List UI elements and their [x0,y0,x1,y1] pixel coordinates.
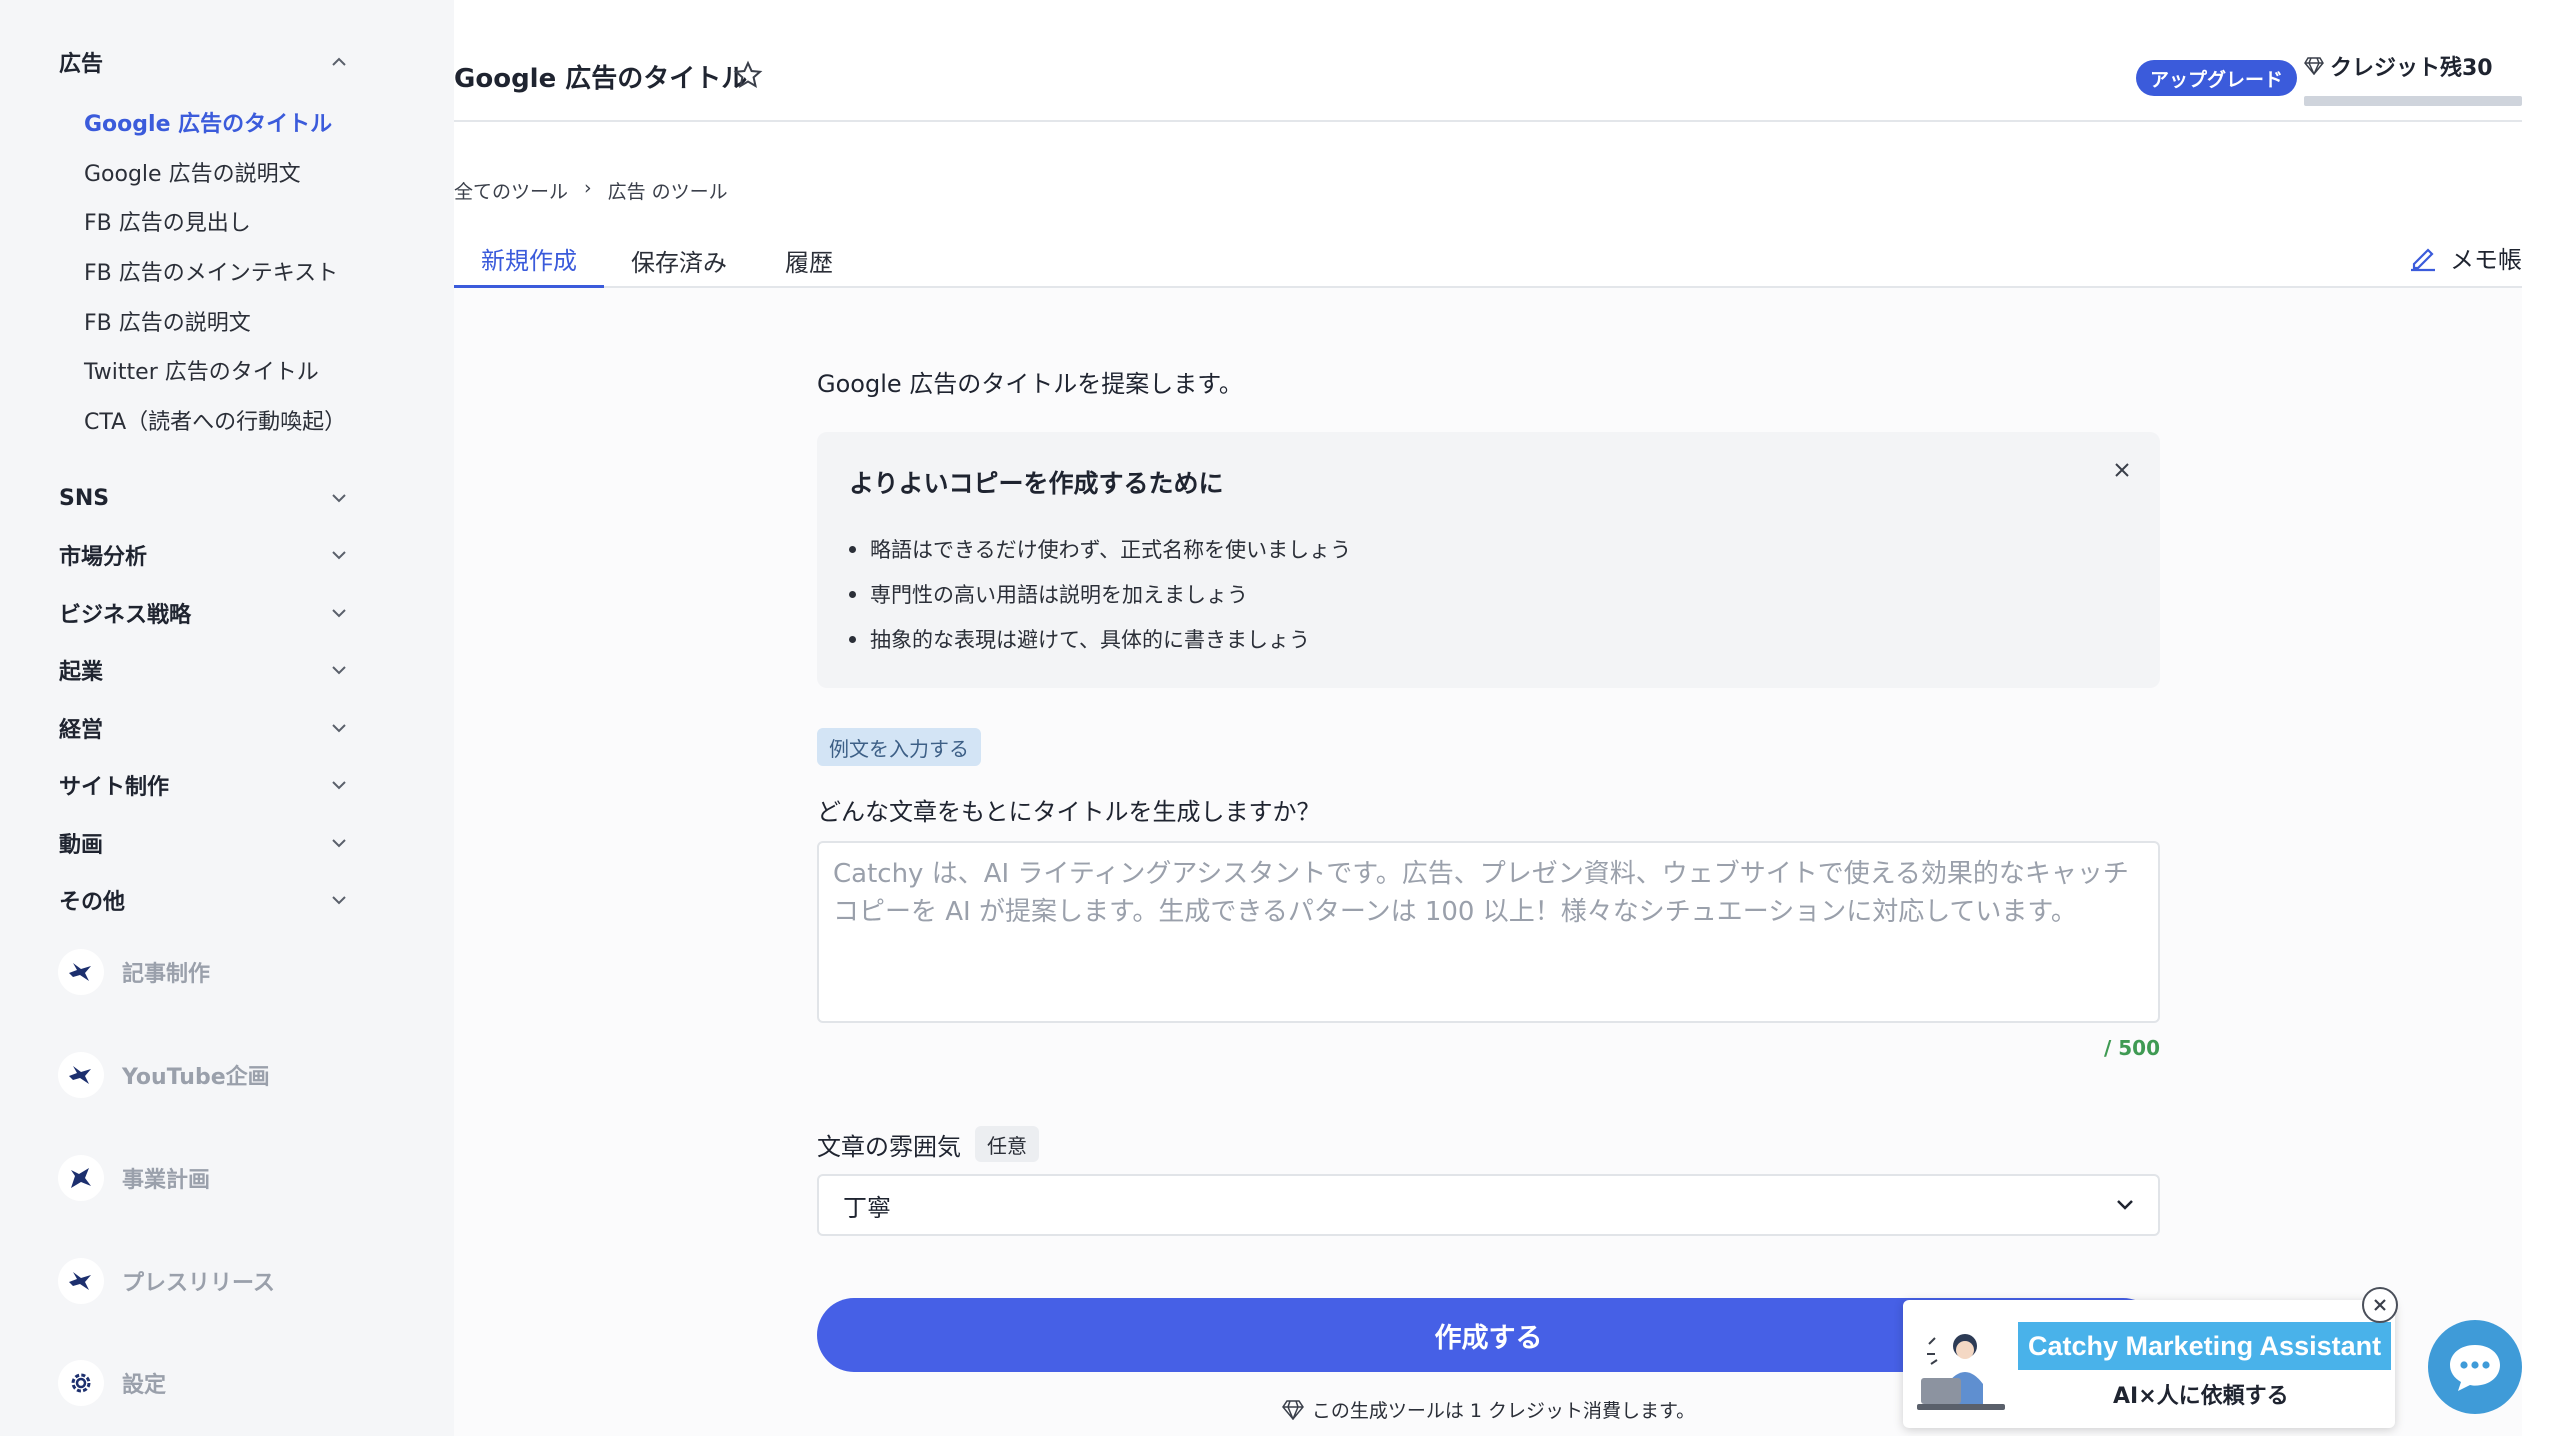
sidebar-tool-label: YouTube企画 [122,1065,270,1090]
bird-icon [58,949,104,995]
breadcrumb-separator: › [584,177,592,199]
tips-title: よりよいコピーを作成するために [849,469,1224,498]
tab-history[interactable]: 履歴 [754,232,864,288]
bird-icon [58,1155,104,1201]
star-icon[interactable] [733,60,763,90]
tip-item: 専門性の高い用語は説明を加えましょう [849,579,1248,609]
tab-saved[interactable]: 保存済み [604,232,754,288]
sidebar-category-label: ビジネス戦略 [59,603,192,628]
sidebar-item-twitter-ad-title[interactable]: Twitter 広告のタイトル [84,353,319,387]
sidebar-tool-label: プレスリリース [122,1271,275,1296]
source-text-input[interactable] [817,841,2160,1023]
sidebar-tool-label: 事業計画 [122,1168,211,1193]
pencil-icon [2408,242,2438,272]
gem-icon [2304,57,2324,75]
sidebar-category-label: SNS [59,485,110,511]
sidebar-tool-label: 記事制作 [122,962,211,987]
sidebar-category-business-strategy[interactable]: ビジネス戦略 [59,593,349,633]
intro-text: Google 広告のタイトルを提案します。 [817,370,1243,398]
banner-subtitle: AI×人に依頼する [2113,1384,2289,1409]
gear-icon [58,1360,104,1406]
tone-select[interactable]: 丁寧 [817,1174,2160,1236]
chevron-down-icon [329,775,349,795]
sidebar-category-label: 起業 [59,660,104,685]
sidebar-tool-youtube-plan[interactable]: YouTube企画 [58,1051,270,1099]
chevron-down-icon [329,890,349,910]
banner-close-icon[interactable] [2362,1287,2398,1323]
sidebar-category-label: 動画 [59,833,104,858]
sidebar-category-management[interactable]: 経営 [59,708,349,748]
sidebar-category-startup[interactable]: 起業 [59,650,349,690]
chevron-down-icon [329,603,349,623]
char-count: / 500 [2103,1036,2160,1060]
tone-label-row: 文章の雰囲気 任意 [817,1126,1039,1162]
sidebar-item-fb-ad-headline[interactable]: FB 広告の見出し [84,204,251,238]
page-title: Google 広告のタイトル [454,64,748,94]
credit-bar [2304,96,2522,106]
breadcrumb-all-tools[interactable]: 全てのツール [454,177,568,204]
chat-bubble-icon [2446,1341,2504,1393]
example-input-button[interactable]: 例文を入力する [817,728,981,766]
sidebar-category-video[interactable]: 動画 [59,823,349,863]
sidebar-category-label: 広告 [59,52,104,77]
chevron-down-icon [329,545,349,565]
sidebar-category-sns[interactable]: SNS [59,478,349,518]
tone-select-value: 丁寧 [843,1193,891,1222]
sidebar-category-label: 市場分析 [59,545,148,570]
tips-panel: よりよいコピーを作成するために 略語はできるだけ使わず、正式名称を使いましょう … [817,432,2160,688]
sidebar-category-market-analysis[interactable]: 市場分析 [59,535,349,575]
upgrade-button[interactable]: アップグレード [2136,60,2298,96]
sidebar-item-cta[interactable]: CTA（読者への行動喚起） [84,403,346,437]
sidebar-category-site-production[interactable]: サイト制作 [59,765,349,805]
credit-label: クレジット残30 [2330,56,2493,81]
chevron-down-icon [329,488,349,508]
optional-badge: 任意 [975,1126,1039,1162]
header-divider [454,120,2522,122]
sidebar-category-label: サイト制作 [59,775,170,800]
sidebar-category-ad[interactable]: 広告 [59,42,349,82]
sidebar-tool-label: 設定 [122,1373,167,1398]
assistant-illustration [1913,1324,2013,1420]
gem-icon [1281,1399,1304,1420]
sidebar-tool-business-plan[interactable]: 事業計画 [58,1154,210,1202]
credit-status: クレジット残30 [2304,50,2522,106]
sidebar: 広告 Google 広告のタイトル Google 広告の説明文 FB 広告の見出… [0,0,454,1436]
sidebar-category-label: その他 [59,890,126,915]
chevron-down-icon [329,660,349,680]
sidebar-category-label: 経営 [59,718,104,743]
tab-new[interactable]: 新規作成 [454,232,604,288]
sidebar-tool-press-release[interactable]: プレスリリース [58,1257,275,1305]
bird-icon [58,1258,104,1304]
chat-button[interactable] [2428,1320,2522,1414]
sidebar-item-fb-ad-main-text[interactable]: FB 広告のメインテキスト [84,254,338,288]
sidebar-settings[interactable]: 設定 [58,1359,166,1407]
bird-icon [58,1052,104,1098]
source-text-label: どんな文章をもとにタイトルを生成しますか？ [817,798,1321,826]
sidebar-item-google-ad-description[interactable]: Google 広告の説明文 [84,155,301,189]
chevron-down-icon [329,833,349,853]
chevron-up-icon [329,52,349,72]
tip-item: 略語はできるだけ使わず、正式名称を使いましょう [849,534,1351,564]
tab-bar: 新規作成 保存済み 履歴 メモ帳 [454,232,2522,288]
banner-title: Catchy Marketing Assistant [2018,1322,2392,1370]
marketing-assistant-banner[interactable]: Catchy Marketing Assistant AI×人に依頼する [1903,1300,2395,1428]
sidebar-item-google-ad-title[interactable]: Google 広告のタイトル [84,105,332,139]
close-icon[interactable] [2108,456,2136,484]
sidebar-category-other[interactable]: その他 [59,880,349,920]
tone-label: 文章の雰囲気 [817,1132,961,1161]
memo-button[interactable]: メモ帳 [2408,232,2522,282]
cost-note-text: この生成ツールは 1 クレジット消費します。 [1311,1400,1696,1422]
breadcrumb-ad-tools[interactable]: 広告 のツール [608,177,728,204]
chevron-down-icon [329,718,349,738]
tip-item: 抽象的な表現は避けて、具体的に書きましょう [849,624,1310,654]
memo-label: メモ帳 [2450,245,2522,274]
sidebar-tool-article[interactable]: 記事制作 [58,948,210,996]
breadcrumb: 全てのツール › 広告 のツール [454,177,728,204]
chevron-down-icon [2116,1199,2134,1211]
sidebar-item-fb-ad-description[interactable]: FB 広告の説明文 [84,304,251,338]
